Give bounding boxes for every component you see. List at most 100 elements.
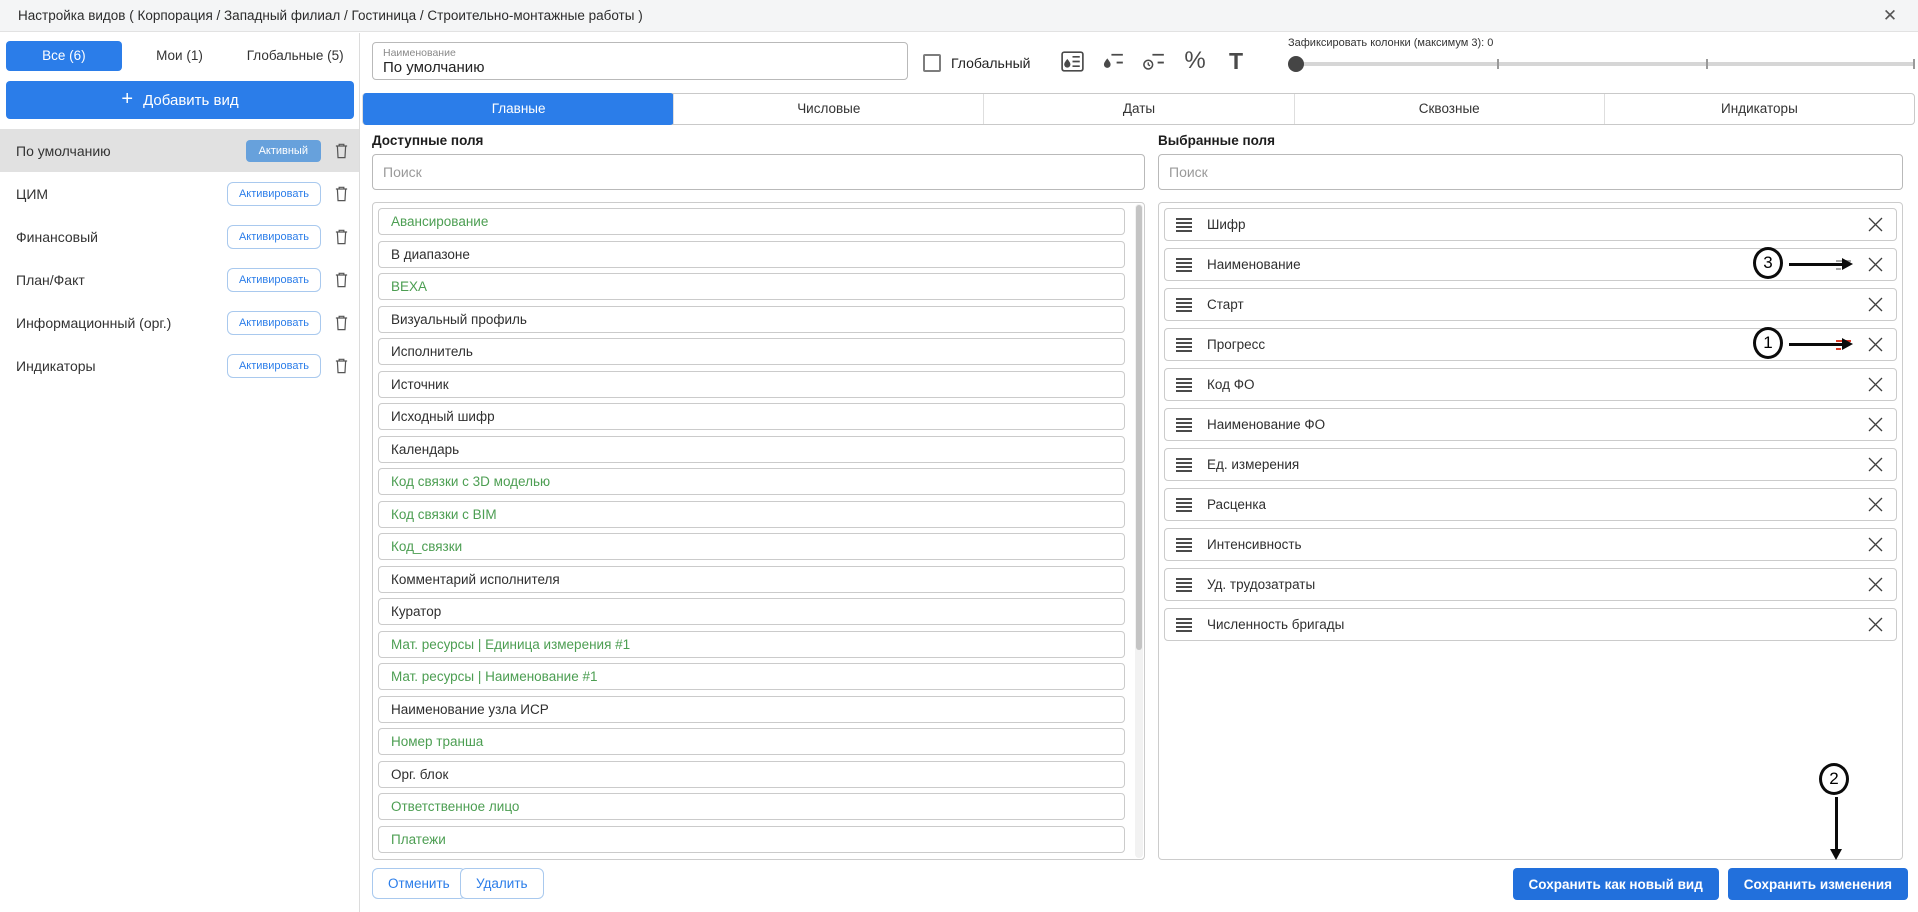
remove-field-button[interactable]: [1867, 416, 1884, 433]
delete-view-button[interactable]: [334, 357, 349, 374]
available-field-row[interactable]: Ответственное лицо: [378, 793, 1125, 820]
view-row[interactable]: По умолчанию Активный: [0, 129, 359, 172]
view-name-field[interactable]: Наименование: [372, 42, 908, 80]
close-icon[interactable]: ✕: [1878, 4, 1902, 28]
delete-view-button[interactable]: [334, 142, 349, 159]
selected-field-row[interactable]: Наименование: [1164, 248, 1897, 281]
fill-table-icon[interactable]: [1058, 46, 1086, 76]
delete-view-button[interactable]: [334, 314, 349, 331]
available-field-row[interactable]: Исходный шифр: [378, 403, 1125, 430]
selected-field-row[interactable]: Шифр: [1164, 208, 1897, 241]
selected-field-row[interactable]: Ед. измерения: [1164, 448, 1897, 481]
sidebar-tab[interactable]: Все (6): [6, 41, 122, 71]
available-field-row[interactable]: Орг. блок: [378, 761, 1125, 788]
time-rows-icon[interactable]: [1140, 46, 1168, 76]
cancel-button[interactable]: Отменить: [372, 868, 466, 899]
remove-field-button[interactable]: [1867, 456, 1884, 473]
available-field-row[interactable]: Источник: [378, 371, 1125, 398]
remove-field-button[interactable]: [1867, 496, 1884, 513]
global-checkbox[interactable]: Глобальный: [923, 54, 1030, 72]
drag-handle-icon[interactable]: [1175, 417, 1193, 433]
selected-fields-list[interactable]: Шифр Наименование: [1158, 202, 1903, 860]
selected-field-row[interactable]: Наименование ФО: [1164, 408, 1897, 441]
field-category-tab[interactable]: Главные: [362, 93, 674, 125]
remove-field-button[interactable]: [1867, 576, 1884, 593]
remove-field-button[interactable]: [1867, 216, 1884, 233]
fill-rows-icon[interactable]: [1099, 46, 1127, 76]
available-field-row[interactable]: Комментарий исполнителя: [378, 566, 1125, 593]
field-category-tab[interactable]: Индикаторы: [1604, 94, 1914, 124]
view-row[interactable]: ЦИМ Активировать: [0, 172, 359, 215]
drag-handle-icon[interactable]: [1175, 497, 1193, 513]
remove-field-button[interactable]: [1867, 376, 1884, 393]
freeze-columns-slider[interactable]: [1288, 62, 1915, 66]
activate-button[interactable]: Активировать: [227, 311, 321, 335]
available-field-row[interactable]: Календарь: [378, 436, 1125, 463]
available-field-row[interactable]: Платежи: [378, 826, 1125, 853]
drag-handle-icon[interactable]: [1175, 297, 1193, 313]
add-view-button[interactable]: + Добавить вид: [6, 81, 354, 119]
percent-icon[interactable]: %: [1181, 46, 1209, 76]
selected-field-row[interactable]: Код ФО: [1164, 368, 1897, 401]
available-fields-list[interactable]: Авансирование В диапазоне ВЕХА Визуальны…: [372, 202, 1145, 860]
activate-button[interactable]: Активировать: [227, 182, 321, 206]
drag-handle-icon[interactable]: [1175, 457, 1193, 473]
activate-button[interactable]: Активировать: [227, 225, 321, 249]
selected-field-row[interactable]: Прогресс: [1164, 328, 1897, 361]
selected-field-row[interactable]: Старт: [1164, 288, 1897, 321]
remove-field-button[interactable]: [1867, 536, 1884, 553]
delete-view-button[interactable]: [334, 228, 349, 245]
available-field-row[interactable]: Код связки с BIM: [378, 501, 1125, 528]
available-field-row[interactable]: В диапазоне: [378, 241, 1125, 268]
activate-button[interactable]: Активировать: [227, 354, 321, 378]
available-field-row[interactable]: Код связки с 3D моделью: [378, 468, 1125, 495]
available-field-row[interactable]: Мат. ресурсы | Единица измерения #1: [378, 631, 1125, 658]
drag-handle-icon[interactable]: [1175, 577, 1193, 593]
available-field-row[interactable]: ВЕХА: [378, 273, 1125, 300]
remove-field-button[interactable]: [1867, 616, 1884, 633]
text-icon[interactable]: T: [1222, 46, 1250, 76]
scrollbar-thumb[interactable]: [1136, 205, 1142, 650]
view-row[interactable]: План/Факт Активировать: [0, 258, 359, 301]
available-field-row[interactable]: Код_связки: [378, 533, 1125, 560]
drag-handle-icon[interactable]: [1175, 377, 1193, 393]
view-row[interactable]: Финансовый Активировать: [0, 215, 359, 258]
sidebar-tab[interactable]: Глобальные (5): [237, 41, 353, 71]
field-category-tab[interactable]: Сквозные: [1294, 94, 1604, 124]
selected-search-input[interactable]: [1158, 154, 1903, 190]
available-search-input[interactable]: [372, 154, 1145, 190]
selected-field-row[interactable]: Численность бригады: [1164, 608, 1897, 641]
drag-handle-icon[interactable]: [1175, 617, 1193, 633]
remove-field-button[interactable]: [1867, 336, 1884, 353]
scrollbar-track[interactable]: [1135, 204, 1143, 858]
available-field-row[interactable]: Куратор: [378, 598, 1125, 625]
drag-handle-icon[interactable]: [1175, 257, 1193, 273]
field-category-tab[interactable]: Числовые: [673, 94, 983, 124]
sidebar-tab[interactable]: Мои (1): [122, 41, 238, 71]
slider-thumb[interactable]: [1288, 56, 1304, 72]
drag-handle-icon[interactable]: [1175, 217, 1193, 233]
delete-view-button[interactable]: [334, 185, 349, 202]
selected-field-row[interactable]: Интенсивность: [1164, 528, 1897, 561]
delete-button[interactable]: Удалить: [460, 868, 544, 899]
delete-view-button[interactable]: [334, 271, 349, 288]
available-field-row[interactable]: Наименование узла ИСР: [378, 696, 1125, 723]
drag-handle-icon[interactable]: [1175, 337, 1193, 353]
drag-handle-icon[interactable]: [1175, 537, 1193, 553]
view-row[interactable]: Информационный (орг.) Активировать: [0, 301, 359, 344]
save-as-new-button[interactable]: Сохранить как новый вид: [1513, 868, 1719, 900]
remove-field-button[interactable]: [1867, 296, 1884, 313]
selected-field-row[interactable]: Уд. трудозатраты: [1164, 568, 1897, 601]
available-field-row[interactable]: Номер транша: [378, 728, 1125, 755]
checkbox-box[interactable]: [923, 54, 941, 72]
save-changes-button[interactable]: Сохранить изменения: [1728, 868, 1908, 900]
available-field-row[interactable]: Авансирование: [378, 208, 1125, 235]
available-field-row[interactable]: Визуальный профиль: [378, 306, 1125, 333]
available-field-row[interactable]: Мат. ресурсы | Наименование #1: [378, 663, 1125, 690]
field-category-tab[interactable]: Даты: [983, 94, 1293, 124]
remove-field-button[interactable]: [1867, 256, 1884, 273]
name-input[interactable]: [383, 59, 883, 76]
activate-button[interactable]: Активировать: [227, 268, 321, 292]
selected-field-row[interactable]: Расценка: [1164, 488, 1897, 521]
available-field-row[interactable]: Исполнитель: [378, 338, 1125, 365]
